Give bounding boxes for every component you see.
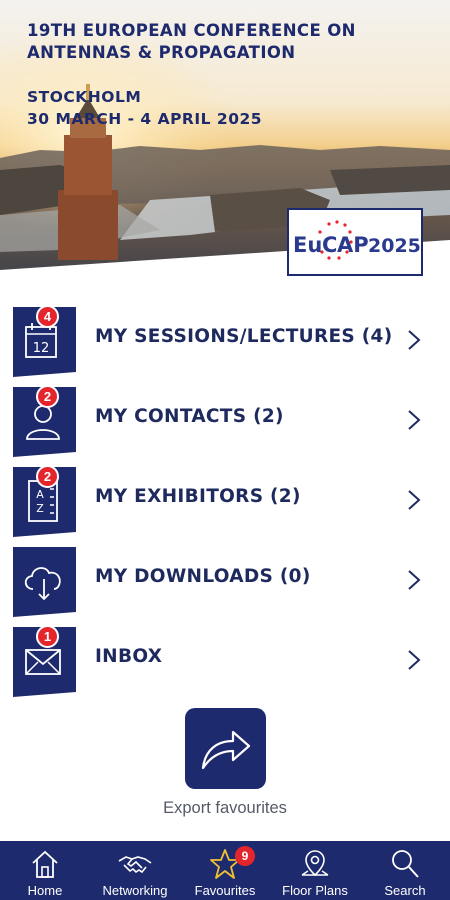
sessions-count-badge: 4 — [36, 305, 59, 328]
favourites-count-badge: 9 — [235, 846, 255, 866]
contacts-count-badge: 2 — [36, 385, 59, 408]
menu-item-my-contacts[interactable]: 2 MY CONTACTS (2) — [0, 380, 450, 460]
conference-location-dates: STOCKHOLM 30 MARCH - 4 APRIL 2025 — [27, 86, 437, 130]
svg-text:2025: 2025 — [368, 235, 421, 257]
svg-text:12: 12 — [33, 341, 50, 356]
menu-item-label: MY DOWNLOADS (0) — [95, 566, 311, 587]
eucap-logo: Eu C AP 2025 — [287, 208, 423, 276]
conference-dates: 30 MARCH - 4 APRIL 2025 — [27, 110, 263, 128]
nav-label: Favourites — [194, 883, 256, 898]
conference-title-line1: 19TH EUROPEAN CONFERENCE ON — [27, 21, 356, 40]
nav-networking[interactable]: Networking — [90, 841, 180, 900]
menu-item-inbox[interactable]: 1 INBOX — [0, 620, 450, 700]
search-icon — [388, 847, 422, 881]
nav-label: Search — [384, 883, 426, 898]
svg-text:Z: Z — [36, 502, 44, 515]
menu-item-label: INBOX — [95, 646, 163, 667]
menu-item-my-exhibitors[interactable]: A Z 2 MY EXHIBITORS (2) — [0, 460, 450, 540]
nav-label: Floor Plans — [282, 883, 348, 898]
bottom-navigation: Home Networking 9 Favourites Floor Plans… — [0, 841, 450, 900]
nav-floor-plans[interactable]: Floor Plans — [270, 841, 360, 900]
menu-item-label: MY EXHIBITORS (2) — [95, 486, 301, 507]
menu-item-label: MY CONTACTS (2) — [95, 406, 284, 427]
svg-text:A: A — [36, 488, 44, 501]
export-favourites-label: Export favourites — [163, 799, 287, 817]
menu-item-my-sessions[interactable]: 12 4 MY SESSIONS/LECTURES (4) — [0, 300, 450, 380]
map-pin-icon — [298, 847, 332, 881]
nav-label: Home — [27, 883, 63, 898]
handshake-icon — [118, 847, 152, 881]
svg-text:Eu: Eu — [293, 233, 322, 257]
chevron-right-icon — [408, 650, 421, 670]
conference-title: 19TH EUROPEAN CONFERENCE ON ANTENNAS & P… — [27, 20, 437, 64]
favourites-menu: 12 4 MY SESSIONS/LECTURES (4) 2 MY CONTA… — [0, 300, 450, 700]
chevron-right-icon — [408, 490, 421, 510]
header-banner: 19TH EUROPEAN CONFERENCE ON ANTENNAS & P… — [0, 0, 450, 290]
exhibitors-count-badge: 2 — [36, 465, 59, 488]
conference-location: STOCKHOLM — [27, 88, 142, 106]
chevron-right-icon — [408, 570, 421, 590]
svg-text:C: C — [322, 233, 337, 257]
chevron-right-icon — [408, 410, 421, 430]
svg-text:AP: AP — [337, 233, 369, 257]
menu-item-my-downloads[interactable]: MY DOWNLOADS (0) — [0, 540, 450, 620]
inbox-count-badge: 1 — [36, 625, 59, 648]
nav-search[interactable]: Search — [360, 841, 450, 900]
nav-favourites[interactable]: 9 Favourites — [180, 841, 270, 900]
menu-item-label: MY SESSIONS/LECTURES (4) — [95, 326, 393, 347]
share-arrow-icon — [201, 730, 251, 770]
conference-title-line2: ANTENNAS & PROPAGATION — [27, 43, 296, 62]
home-icon — [28, 847, 62, 881]
cloud-download-icon — [13, 547, 76, 617]
nav-home[interactable]: Home — [0, 841, 90, 900]
chevron-right-icon — [408, 330, 421, 350]
export-favourites-button[interactable] — [185, 708, 266, 789]
nav-label: Networking — [102, 883, 168, 898]
